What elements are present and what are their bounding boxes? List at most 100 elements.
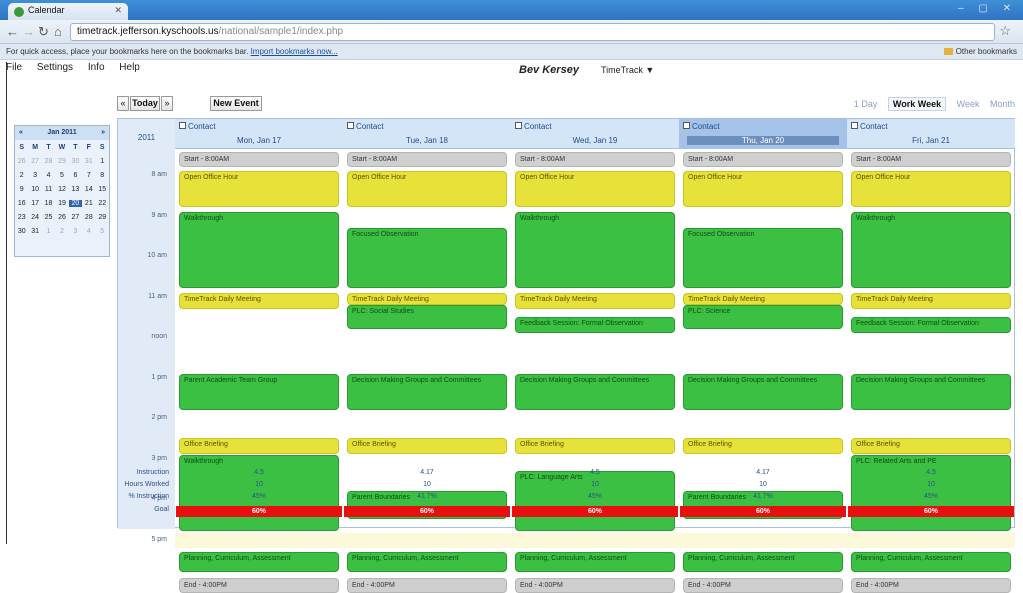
end-time-pill[interactable]: End - 4:00PM bbox=[851, 578, 1011, 593]
calendar-event[interactable]: Planning, Curriculum, Assessment bbox=[347, 551, 507, 572]
mini-calendar-prev-button[interactable]: « bbox=[19, 129, 23, 136]
new-event-button[interactable]: New Event bbox=[210, 96, 262, 111]
mini-calendar-day[interactable]: 31 bbox=[82, 158, 95, 165]
contact-toggle[interactable]: Contact bbox=[347, 122, 384, 131]
day-date[interactable]: Tue, Jan 18 bbox=[343, 136, 511, 145]
mini-calendar-day[interactable]: 23 bbox=[15, 214, 28, 221]
mini-calendar-day[interactable]: 30 bbox=[69, 158, 82, 165]
calendar-event[interactable]: TimeTrack Daily Meeting bbox=[851, 292, 1011, 309]
calendar-event[interactable]: Open Office Hour bbox=[347, 171, 507, 208]
calendar-event[interactable]: Parent Academic Team Group bbox=[179, 373, 339, 410]
calendar-event[interactable]: Planning, Curriculum, Assessment bbox=[515, 551, 675, 572]
mini-calendar-day[interactable]: 19 bbox=[55, 200, 68, 207]
mini-calendar-day[interactable]: 1 bbox=[96, 158, 109, 165]
mini-calendar-day[interactable]: 5 bbox=[96, 228, 109, 235]
mini-calendar-day[interactable]: 14 bbox=[82, 186, 95, 193]
calendar-event[interactable]: Open Office Hour bbox=[851, 171, 1011, 208]
view-work-week[interactable]: Work Week bbox=[887, 97, 947, 111]
import-bookmarks-link[interactable]: Import bookmarks now... bbox=[251, 47, 338, 56]
next-week-button[interactable]: » bbox=[161, 96, 173, 111]
calendar-event[interactable]: TimeTrack Daily Meeting bbox=[515, 292, 675, 309]
mini-calendar-day[interactable]: 2 bbox=[15, 172, 28, 179]
calendar-event[interactable]: TimeTrack Daily Meeting bbox=[179, 292, 339, 309]
start-time-pill[interactable]: Start - 8:00AM bbox=[347, 152, 507, 167]
contact-checkbox-icon[interactable] bbox=[347, 122, 354, 129]
forward-arrow-icon[interactable]: → bbox=[22, 24, 35, 39]
view-week[interactable]: Week bbox=[957, 99, 980, 109]
mini-calendar-day[interactable]: 9 bbox=[15, 186, 28, 193]
calendar-event[interactable]: Walkthrough bbox=[179, 211, 339, 289]
bookmark-star-icon[interactable]: ☆ bbox=[999, 23, 1011, 39]
menu-info[interactable]: Info bbox=[88, 62, 105, 73]
mini-calendar-day[interactable]: 26 bbox=[55, 214, 68, 221]
other-bookmarks[interactable]: Other bookmarks bbox=[943, 47, 1017, 56]
calendar-event[interactable]: Focused Observation bbox=[347, 227, 507, 289]
calendar-event[interactable]: Feedback Session: Formal Observation bbox=[515, 316, 675, 333]
mini-calendar-next-button[interactable]: » bbox=[101, 129, 105, 136]
contact-toggle[interactable]: Contact bbox=[851, 122, 888, 131]
view-1-day[interactable]: 1 Day bbox=[854, 99, 878, 109]
start-time-pill[interactable]: Start - 8:00AM bbox=[515, 152, 675, 167]
contact-toggle[interactable]: Contact bbox=[683, 122, 720, 131]
calendar-event[interactable]: Walkthrough bbox=[515, 211, 675, 289]
view-month[interactable]: Month bbox=[990, 99, 1015, 109]
calendar-event[interactable]: TimeTrack Daily Meeting bbox=[347, 292, 507, 305]
mini-calendar-day[interactable]: 24 bbox=[28, 214, 41, 221]
mini-calendar-day[interactable]: 1 bbox=[42, 228, 55, 235]
contact-checkbox-icon[interactable] bbox=[851, 122, 858, 129]
mini-calendar-day[interactable]: 6 bbox=[69, 172, 82, 179]
menu-file[interactable]: File bbox=[6, 62, 22, 73]
day-date[interactable]: Fri, Jan 21 bbox=[847, 136, 1015, 145]
mini-calendar-day[interactable]: 3 bbox=[69, 228, 82, 235]
mini-calendar-day[interactable]: 28 bbox=[82, 214, 95, 221]
mini-calendar-day[interactable]: 21 bbox=[82, 200, 95, 207]
start-time-pill[interactable]: Start - 8:00AM bbox=[179, 152, 339, 167]
end-time-pill[interactable]: End - 4:00PM bbox=[347, 578, 507, 593]
reload-icon[interactable]: ↻ bbox=[38, 24, 49, 40]
calendar-event[interactable]: Office Briefing bbox=[179, 438, 339, 455]
mini-calendar-day[interactable]: 30 bbox=[15, 228, 28, 235]
mini-calendar-day[interactable]: 2 bbox=[55, 228, 68, 235]
mini-calendar-day[interactable]: 15 bbox=[96, 186, 109, 193]
mini-calendar-day[interactable]: 26 bbox=[15, 158, 28, 165]
day-date[interactable]: Wed, Jan 19 bbox=[511, 136, 679, 145]
today-button[interactable]: Today bbox=[130, 96, 160, 111]
calendar-event[interactable]: Focused Observation bbox=[683, 227, 843, 289]
day-date[interactable]: Mon, Jan 17 bbox=[175, 136, 343, 145]
menu-help[interactable]: Help bbox=[119, 62, 140, 73]
home-icon[interactable]: ⌂ bbox=[54, 24, 62, 39]
mini-calendar-day[interactable]: 22 bbox=[96, 200, 109, 207]
contact-checkbox-icon[interactable] bbox=[179, 122, 186, 129]
contact-checkbox-icon[interactable] bbox=[683, 122, 690, 129]
mini-calendar-day[interactable]: 25 bbox=[42, 214, 55, 221]
calendar-event[interactable]: Decision Making Groups and Committees bbox=[515, 373, 675, 410]
mini-calendar-day[interactable]: 8 bbox=[96, 172, 109, 179]
calendar-event[interactable]: Walkthrough bbox=[851, 211, 1011, 289]
contact-toggle[interactable]: Contact bbox=[515, 122, 552, 131]
menu-settings[interactable]: Settings bbox=[37, 62, 73, 73]
calendar-event[interactable]: Decision Making Groups and Committees bbox=[851, 373, 1011, 410]
mini-calendar-day[interactable]: 12 bbox=[55, 186, 68, 193]
back-arrow-icon[interactable]: ← bbox=[6, 24, 19, 39]
close-tab-icon[interactable]: ✕ bbox=[114, 5, 122, 16]
mini-calendar-day[interactable]: 4 bbox=[42, 172, 55, 179]
mini-calendar-day[interactable]: 11 bbox=[42, 186, 55, 193]
browser-tab[interactable]: Calendar ✕ bbox=[8, 3, 128, 20]
window-controls[interactable]: – ▢ ✕ bbox=[958, 3, 1017, 14]
contact-toggle[interactable]: Contact bbox=[179, 122, 216, 131]
calendar-event[interactable]: Planning, Curriculum, Assessment bbox=[179, 551, 339, 572]
calendar-event[interactable]: Decision Making Groups and Committees bbox=[347, 373, 507, 410]
mini-calendar-day[interactable]: 17 bbox=[28, 200, 41, 207]
end-time-pill[interactable]: End - 4:00PM bbox=[683, 578, 843, 593]
calendar-event[interactable]: Feedback Session: Formal Observation bbox=[851, 316, 1011, 333]
mini-calendar-day[interactable]: 29 bbox=[55, 158, 68, 165]
start-time-pill[interactable]: Start - 8:00AM bbox=[683, 152, 843, 167]
prev-week-button[interactable]: « bbox=[117, 96, 129, 111]
mini-calendar-day[interactable]: 31 bbox=[28, 228, 41, 235]
calendar-event[interactable]: PLC: Science bbox=[683, 304, 843, 329]
end-time-pill[interactable]: End - 4:00PM bbox=[515, 578, 675, 593]
calendar-event[interactable]: Planning, Curriculum, Assessment bbox=[683, 551, 843, 572]
day-date[interactable]: Thu, Jan 20 bbox=[687, 136, 839, 145]
calendar-event[interactable]: Office Briefing bbox=[683, 438, 843, 455]
mini-calendar-day[interactable]: 20 bbox=[68, 199, 83, 207]
